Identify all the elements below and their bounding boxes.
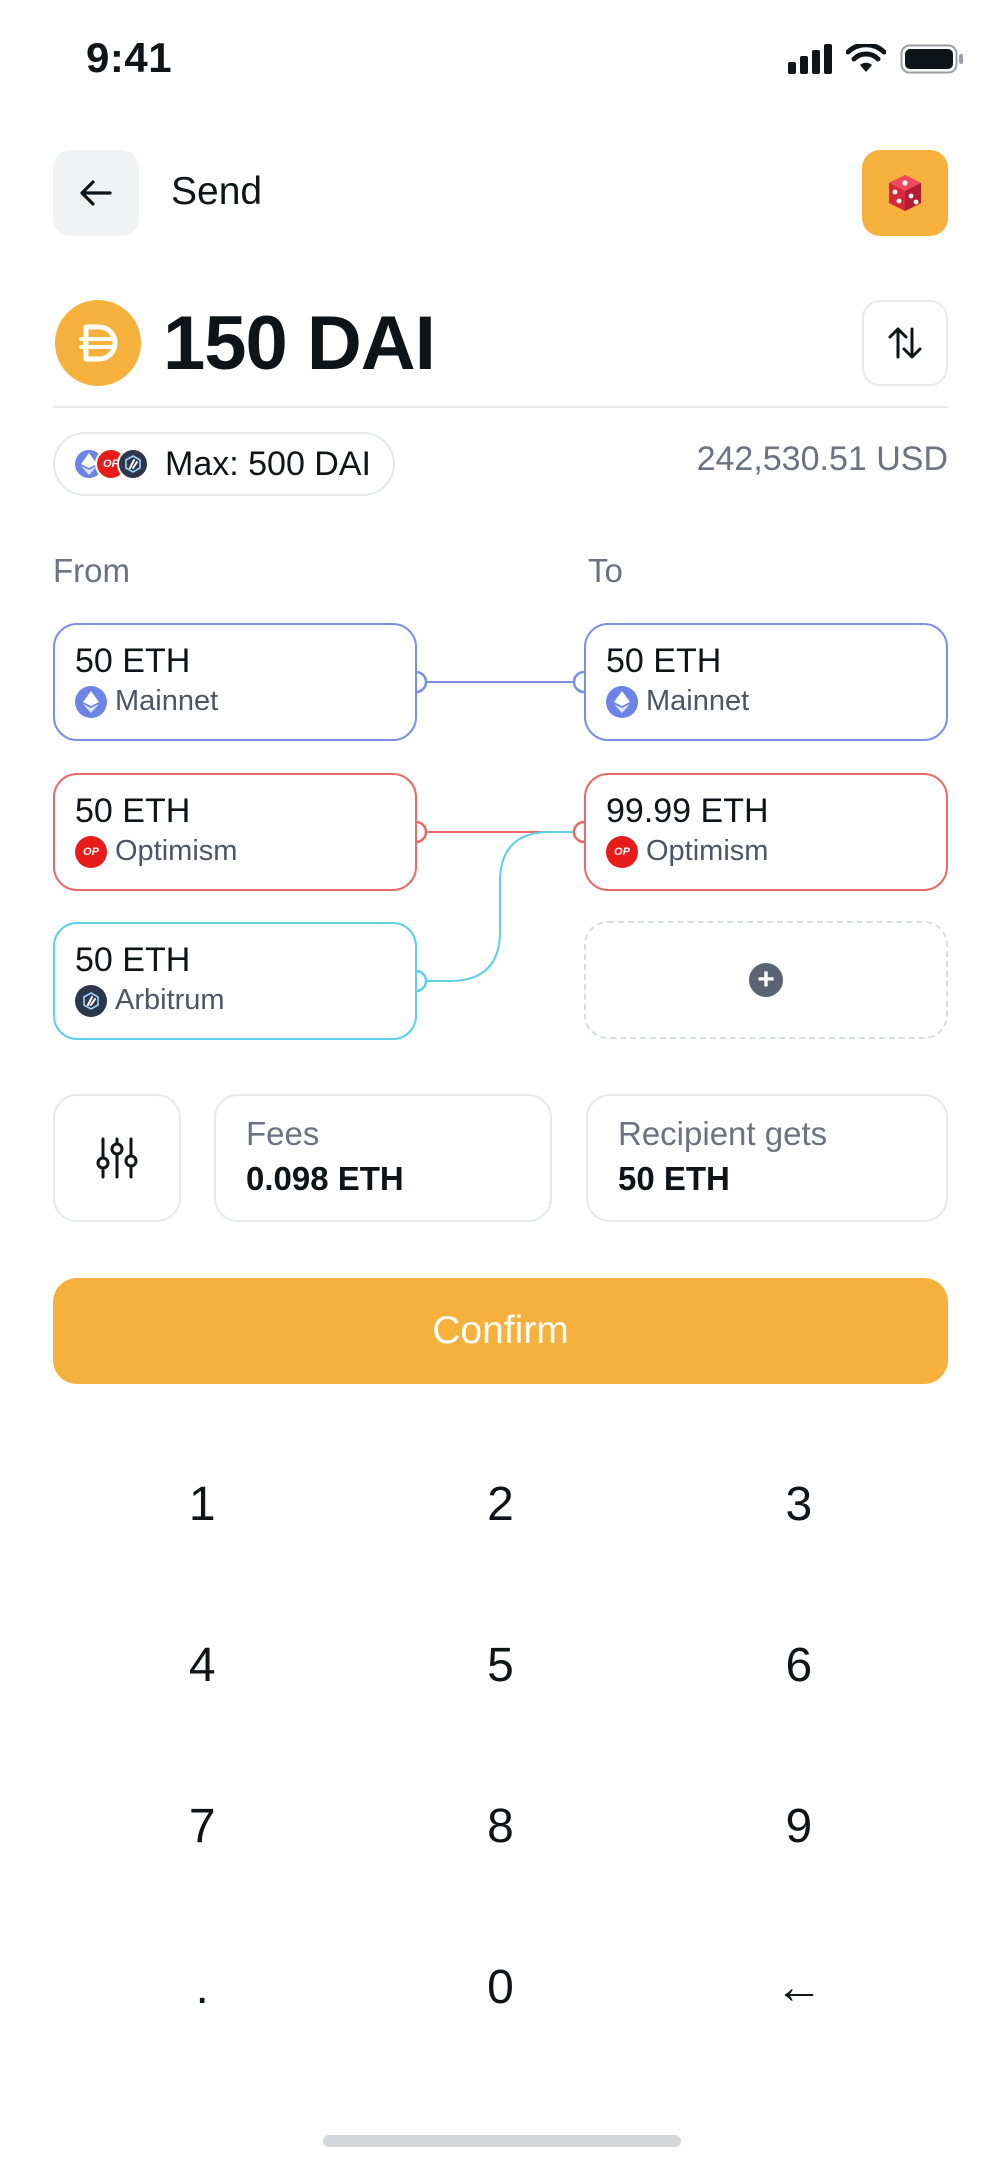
recipient-card: Recipient gets 50 ETH bbox=[586, 1094, 948, 1222]
ethereum-icon bbox=[606, 685, 638, 718]
max-button[interactable]: OP Max: 500 DAI bbox=[53, 432, 395, 496]
signal-icon bbox=[788, 44, 832, 74]
arbitrum-icon bbox=[117, 448, 149, 480]
dai-icon bbox=[55, 300, 141, 386]
add-destination-button[interactable]: + bbox=[584, 921, 948, 1039]
key-8[interactable]: 8 bbox=[351, 1746, 649, 1907]
key-decimal[interactable]: . bbox=[53, 1907, 351, 2068]
from-card-mainnet[interactable]: 50 ETH Mainnet bbox=[53, 623, 417, 741]
numeric-keypad: 1 2 3 4 5 6 7 8 9 . 0 ← bbox=[53, 1424, 948, 2068]
route-chain-name: Optimism bbox=[115, 835, 238, 867]
header: Send bbox=[53, 150, 948, 236]
route-amount: 50 ETH bbox=[75, 642, 191, 680]
fees-label: Fees bbox=[246, 1115, 320, 1152]
route-chain-name: Mainnet bbox=[115, 685, 219, 717]
route-amount: 50 ETH bbox=[75, 941, 191, 979]
amount-row: 150 DAI bbox=[53, 298, 948, 390]
to-label: To bbox=[588, 552, 623, 589]
chain-icons: OP bbox=[73, 448, 155, 480]
fees-value: 0.098 ETH bbox=[246, 1160, 404, 1197]
divider bbox=[53, 406, 948, 408]
route-chain-name: Arbitrum bbox=[115, 984, 225, 1016]
optimism-icon: OP bbox=[75, 835, 107, 868]
status-bar: 9:41 bbox=[0, 0, 1002, 120]
ethereum-icon bbox=[75, 685, 107, 718]
from-card-arbitrum[interactable]: 50 ETH Arbitrum bbox=[53, 922, 417, 1040]
recipient-label: Recipient gets bbox=[618, 1115, 828, 1152]
dice-icon bbox=[889, 175, 921, 211]
key-3[interactable]: 3 bbox=[650, 1424, 948, 1585]
key-4[interactable]: 4 bbox=[53, 1585, 351, 1746]
status-time: 9:41 bbox=[86, 34, 173, 81]
swap-vertical-icon bbox=[888, 327, 922, 359]
home-indicator bbox=[323, 2135, 681, 2147]
page-title: Send bbox=[171, 170, 263, 213]
key-backspace[interactable]: ← bbox=[650, 1907, 948, 2068]
battery-icon bbox=[900, 44, 964, 74]
to-card-optimism[interactable]: 99.99 ETH OP Optimism bbox=[584, 773, 948, 891]
confirm-button[interactable]: Confirm bbox=[53, 1278, 948, 1384]
from-label: From bbox=[53, 552, 130, 589]
max-label: Max: 500 DAI bbox=[165, 444, 371, 483]
route-chain-name: Optimism bbox=[646, 835, 769, 867]
wifi-icon bbox=[846, 44, 886, 74]
key-0[interactable]: 0 bbox=[351, 1907, 649, 2068]
route-chain-name: Mainnet bbox=[646, 685, 750, 717]
status-icons bbox=[788, 44, 964, 74]
sliders-icon bbox=[96, 1137, 138, 1179]
key-7[interactable]: 7 bbox=[53, 1746, 351, 1907]
key-2[interactable]: 2 bbox=[351, 1424, 649, 1585]
key-9[interactable]: 9 bbox=[650, 1746, 948, 1907]
arrow-left-icon bbox=[80, 180, 112, 206]
route-amount: 99.99 ETH bbox=[606, 792, 769, 830]
to-card-mainnet[interactable]: 50 ETH Mainnet bbox=[584, 623, 948, 741]
random-button[interactable] bbox=[862, 150, 948, 236]
arbitrum-icon bbox=[75, 984, 107, 1017]
usd-value: 242,530.51 USD bbox=[696, 440, 948, 478]
key-1[interactable]: 1 bbox=[53, 1424, 351, 1585]
from-card-optimism[interactable]: 50 ETH OP Optimism bbox=[53, 773, 417, 891]
recipient-value: 50 ETH bbox=[618, 1160, 730, 1197]
plus-circle-icon: + bbox=[749, 963, 783, 997]
swap-currency-button[interactable] bbox=[862, 300, 948, 386]
key-6[interactable]: 6 bbox=[650, 1585, 948, 1746]
route-settings-button[interactable] bbox=[53, 1094, 181, 1222]
back-button[interactable] bbox=[53, 150, 139, 236]
optimism-icon: OP bbox=[606, 835, 638, 868]
amount-value[interactable]: 150 DAI bbox=[163, 298, 436, 390]
key-5[interactable]: 5 bbox=[351, 1585, 649, 1746]
route-amount: 50 ETH bbox=[75, 792, 191, 830]
fees-card: Fees 0.098 ETH bbox=[214, 1094, 552, 1222]
route-amount: 50 ETH bbox=[606, 642, 722, 680]
